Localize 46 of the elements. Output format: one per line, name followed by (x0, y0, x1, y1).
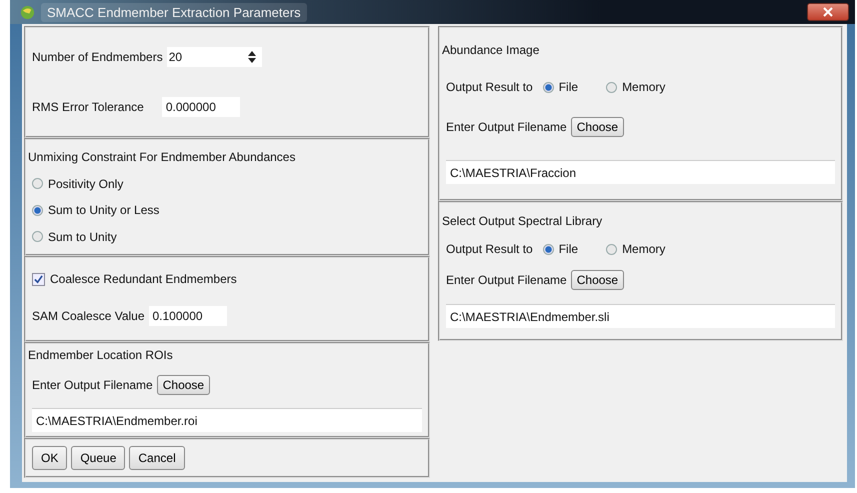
number-spinner[interactable]: 20 (166, 47, 262, 67)
radio-button[interactable] (542, 244, 554, 254)
checkbox[interactable] (32, 272, 45, 286)
choose-button[interactable]: Choose (570, 270, 624, 290)
filename-field[interactable]: C:\MAESTRIA\Endmember.sli (446, 304, 835, 328)
radio-button[interactable] (32, 178, 43, 190)
group-title: Abundance Image (442, 43, 540, 58)
radio-option[interactable]: Positivity Only (32, 176, 422, 191)
field-label: Enter Output Filename (446, 273, 567, 287)
radio-option[interactable]: Sum to Unity or Less (32, 203, 422, 218)
radio-button[interactable] (606, 82, 618, 93)
choose-button[interactable]: Choose (570, 116, 624, 137)
filename-field[interactable]: C:\MAESTRIA\Endmember.roi (32, 408, 422, 432)
field-label: Number of Endmembers (32, 50, 163, 64)
radio-button[interactable] (32, 231, 43, 242)
dialog-button[interactable]: Cancel (129, 446, 185, 470)
field-label: Output Result to (446, 242, 533, 256)
close-button[interactable] (807, 3, 849, 21)
choose-button[interactable]: Choose (156, 375, 210, 395)
radio-option[interactable]: File (542, 242, 578, 256)
radio-option[interactable]: Memory (606, 242, 666, 256)
group-title: Endmember Location ROIs (28, 348, 174, 362)
globe-icon (20, 4, 35, 20)
input-field[interactable]: 0.100000 (148, 306, 226, 326)
field-label: SAM Coalesce Value (32, 309, 144, 323)
spin-arrows-icon[interactable] (248, 51, 256, 63)
radio-option[interactable]: Sum to Unity (32, 230, 422, 244)
close-icon (823, 7, 833, 17)
radio-button[interactable] (542, 82, 554, 93)
field-label: RMS Error Tolerance (32, 100, 144, 114)
radio-option[interactable]: Memory (606, 80, 666, 94)
window-title: SMACC Endmember Extraction Parameters (41, 2, 307, 22)
radio-button[interactable] (32, 204, 43, 216)
checkbox-option[interactable]: Coalesce Redundant Endmembers (32, 272, 422, 286)
field-label: Enter Output Filename (32, 378, 153, 392)
field-label: Output Result to (446, 80, 533, 94)
radio-option[interactable]: File (542, 80, 578, 94)
input-field[interactable]: 0.000000 (162, 97, 240, 117)
dialog-button[interactable]: OK (32, 446, 68, 470)
group-title: Unmixing Constraint For Endmember Abundances (28, 150, 296, 164)
filename-field[interactable]: C:\MAESTRIA\Fraccion (446, 160, 835, 184)
group-title: Select Output Spectral Library (442, 214, 604, 228)
radio-button[interactable] (606, 244, 618, 254)
field-label: Enter Output Filename (446, 120, 567, 134)
spinner-value: 20 (168, 50, 182, 64)
dialog-button[interactable]: Queue (71, 446, 126, 470)
